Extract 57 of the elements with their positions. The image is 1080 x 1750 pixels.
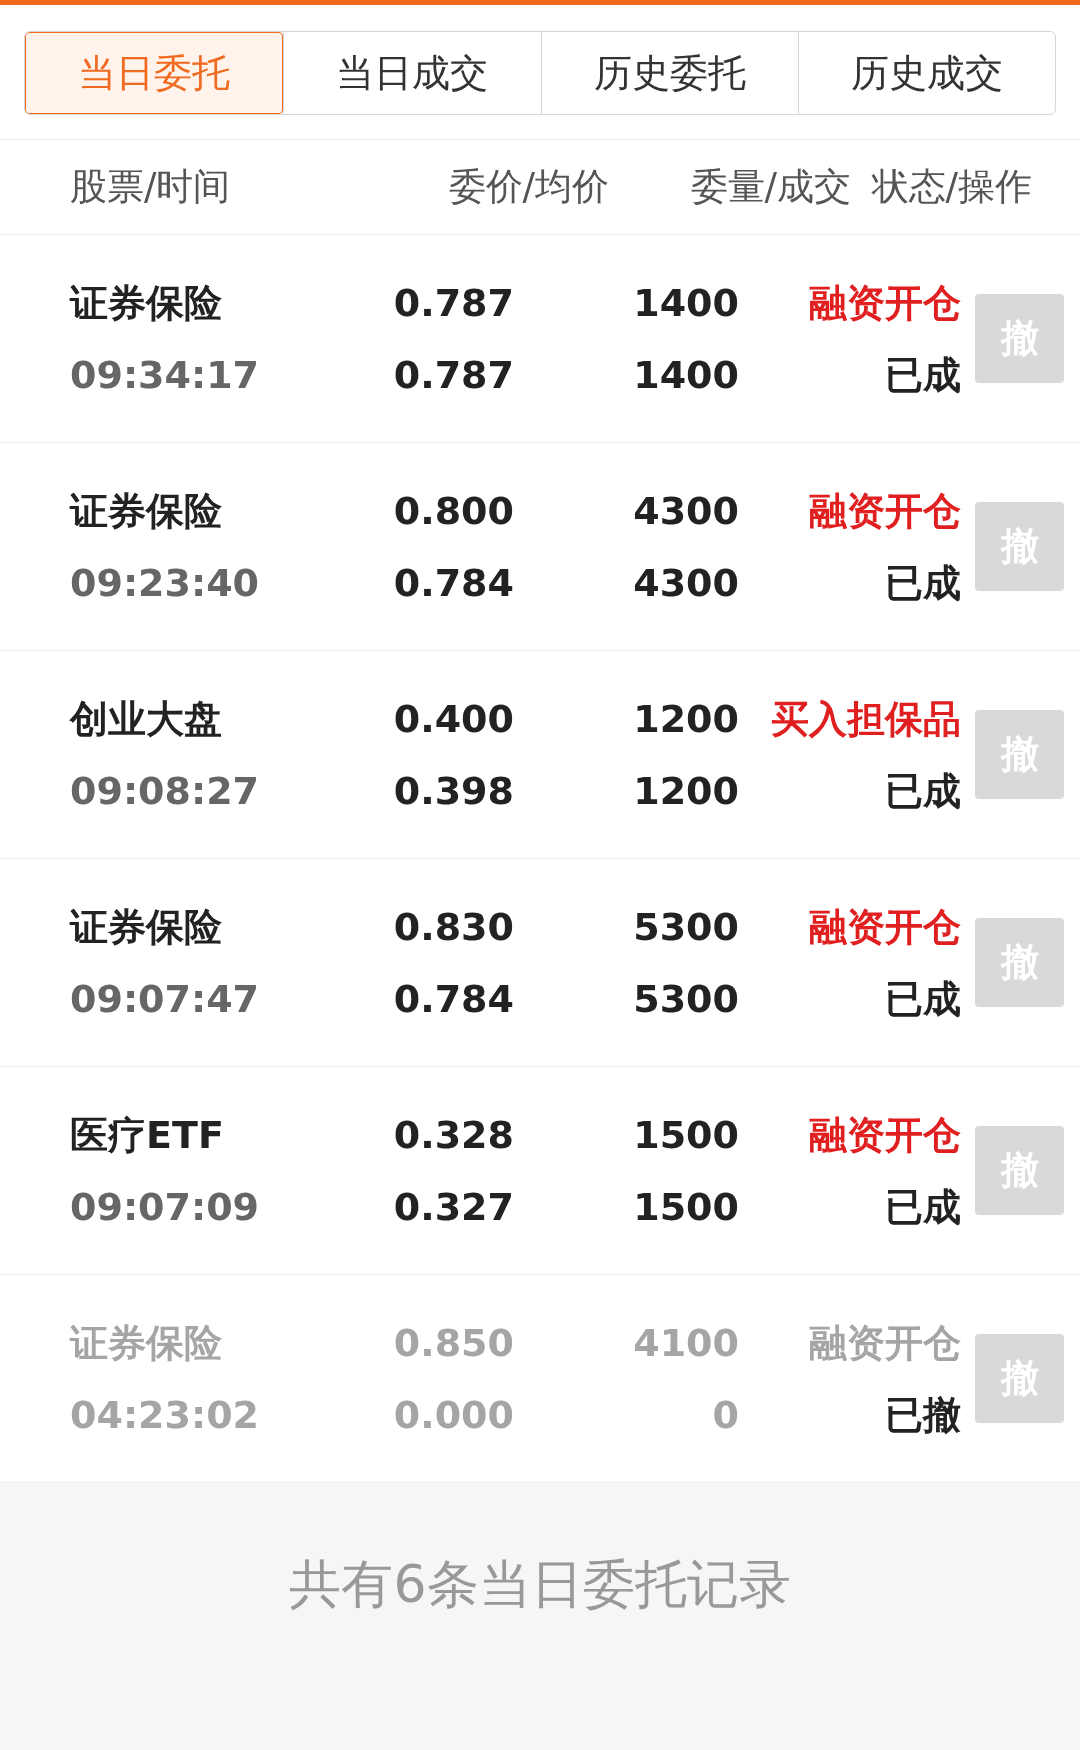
order-status: 已成 — [885, 351, 961, 398]
column-header: 委量/成交 — [689, 164, 851, 211]
column-header: 状态/操作 — [870, 164, 1032, 211]
tab[interactable]: 历史成交 — [797, 32, 1055, 114]
average-price: 0.784 — [393, 975, 514, 1022]
order-type: 融资开仓 — [809, 279, 961, 326]
filled-quantity: 4300 — [633, 559, 739, 606]
order-time: 09:07:47 — [70, 975, 261, 1022]
average-price: 0.327 — [393, 1183, 514, 1230]
order-quantity: 4300 — [633, 487, 739, 534]
order-quantity: 1400 — [633, 279, 739, 326]
order-type: 融资开仓 — [809, 487, 961, 534]
tab[interactable]: 当日成交 — [283, 32, 541, 114]
tab[interactable]: 当日委托 — [25, 32, 284, 114]
order-quantity: 5300 — [633, 903, 739, 950]
stock-name: 证券保险 — [70, 487, 223, 534]
order-status: 已成 — [885, 559, 961, 606]
order-type: 融资开仓 — [809, 1111, 961, 1158]
stock-name: 证券保险 — [70, 1319, 223, 1366]
order-price: 0.830 — [393, 903, 514, 950]
order-quantity: 1500 — [633, 1111, 739, 1158]
order-time: 09:07:09 — [70, 1183, 261, 1230]
average-price: 0.784 — [393, 559, 514, 606]
filled-quantity: 1400 — [633, 351, 739, 398]
stock-name: 证券保险 — [70, 279, 223, 326]
column-header: 委价/均价 — [447, 164, 609, 211]
order-status: 已撤 — [885, 1391, 961, 1438]
order-status: 已成 — [885, 975, 961, 1022]
stock-name: 创业大盘 — [70, 695, 223, 742]
order-price: 0.328 — [393, 1111, 514, 1158]
order-time: 09:08:27 — [70, 767, 261, 814]
stock-name: 医疗ETF — [70, 1111, 225, 1158]
filled-quantity: 1500 — [633, 1183, 739, 1230]
order-price: 0.850 — [393, 1319, 514, 1366]
order-price: 0.400 — [393, 695, 514, 742]
average-price: 0.000 — [393, 1391, 514, 1438]
average-price: 0.398 — [393, 767, 514, 814]
record-count-text: 共有6条当日委托记录 — [289, 1553, 791, 1615]
order-price: 0.787 — [393, 279, 514, 326]
order-status: 已成 — [885, 1183, 961, 1230]
filled-quantity: 0 — [712, 1391, 739, 1438]
order-time: 04:23:02 — [70, 1391, 261, 1438]
order-quantity: 1200 — [633, 695, 739, 742]
filled-quantity: 1200 — [633, 767, 739, 814]
order-type: 融资开仓 — [809, 903, 961, 950]
order-type: 融资开仓 — [809, 1319, 961, 1366]
order-time: 09:23:40 — [70, 559, 261, 606]
order-status: 已成 — [885, 767, 961, 814]
order-quantity: 4100 — [633, 1319, 739, 1366]
filled-quantity: 5300 — [633, 975, 739, 1022]
stock-name: 证券保险 — [70, 903, 223, 950]
tab[interactable]: 历史委托 — [540, 32, 798, 114]
column-header: 股票/时间 — [70, 164, 232, 211]
average-price: 0.787 — [393, 351, 514, 398]
order-price: 0.800 — [393, 487, 514, 534]
order-type: 买入担保品 — [771, 695, 961, 742]
order-time: 09:34:17 — [70, 351, 261, 398]
